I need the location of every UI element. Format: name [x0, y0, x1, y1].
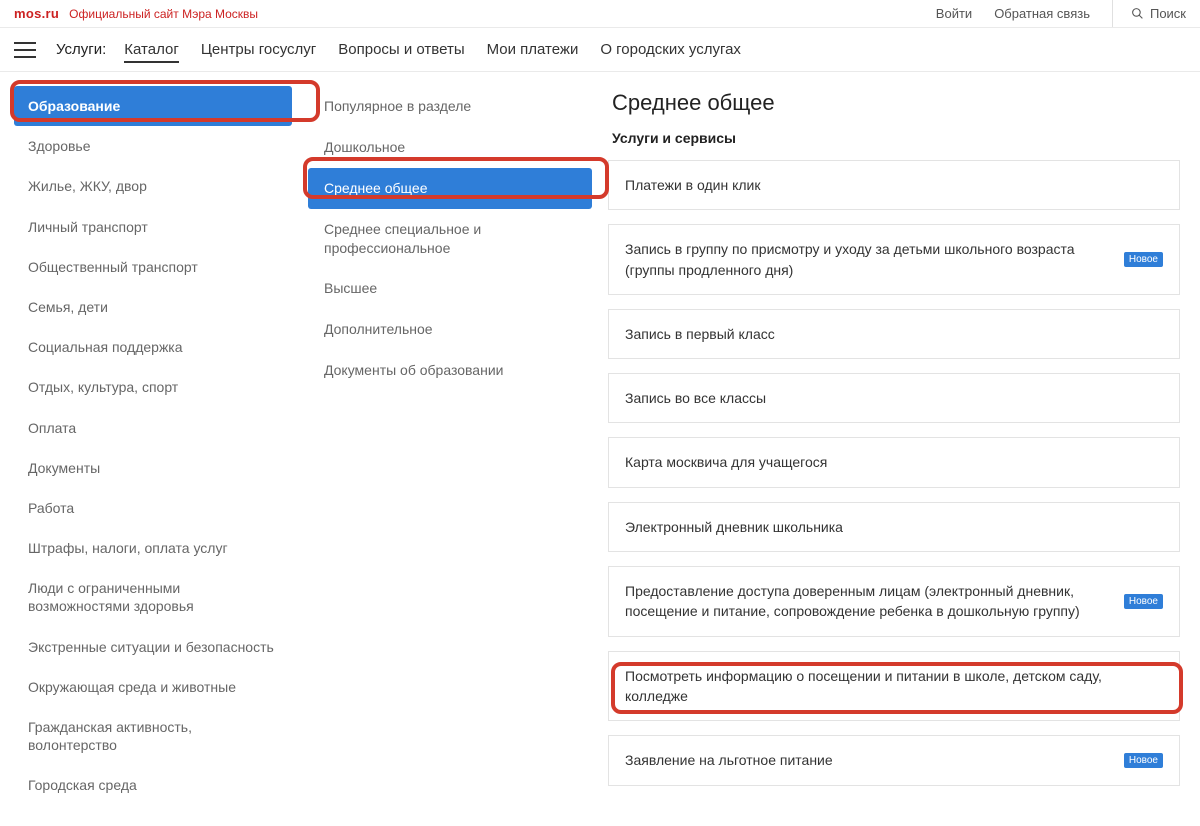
- search-icon: [1131, 7, 1144, 20]
- category-item[interactable]: Оплата: [14, 408, 292, 448]
- service-item[interactable]: Посмотреть информацию о посещении и пита…: [608, 651, 1180, 722]
- subcategory-item[interactable]: Среднее общее: [308, 168, 592, 209]
- category-item[interactable]: Образование: [14, 86, 292, 126]
- service-item[interactable]: Запись в группу по присмотру и уходу за …: [608, 224, 1180, 295]
- category-item[interactable]: Штрафы, налоги, оплата услуг: [14, 528, 292, 568]
- login-link[interactable]: Войти: [936, 6, 972, 21]
- nav-label: Услуги:: [56, 41, 106, 58]
- page-title: Среднее общее: [612, 90, 1180, 116]
- service-item[interactable]: Предоставление доступа доверенным лицам …: [608, 566, 1180, 637]
- service-label: Заявление на льготное питание: [625, 750, 845, 770]
- category-item[interactable]: Окружающая среда и животные: [14, 667, 292, 707]
- nav-row: Услуги: Каталог Центры госуслуг Вопросы и …: [0, 28, 1200, 72]
- subcategory-list: Популярное в разделеДошкольноеСреднее об…: [308, 86, 592, 391]
- menu-icon[interactable]: [14, 42, 36, 58]
- category-item[interactable]: Семья, дети: [14, 287, 292, 327]
- category-item[interactable]: Экстренные ситуации и безопасность: [14, 627, 292, 667]
- feedback-link[interactable]: Обратная связь: [994, 6, 1090, 21]
- subcategory-item[interactable]: Дошкольное: [308, 127, 592, 168]
- search-label: Поиск: [1150, 6, 1186, 21]
- nav-tab[interactable]: Центры госуслуг: [201, 41, 316, 61]
- service-label: Предоставление доступа доверенным лицам …: [625, 581, 1124, 622]
- top-bar: mos.ru Официальный сайт Мэра Москвы Войт…: [0, 0, 1200, 28]
- subcategory-item[interactable]: Документы об образовании: [308, 350, 592, 391]
- category-item[interactable]: Люди с ограниченными возможностями здоро…: [14, 568, 292, 626]
- subcategory-item[interactable]: Высшее: [308, 268, 592, 309]
- category-item[interactable]: Отдых, культура, спорт: [14, 367, 292, 407]
- service-item[interactable]: Платежи в один клик: [608, 160, 1180, 210]
- category-item[interactable]: Городская среда: [14, 765, 292, 805]
- subcategory-item[interactable]: Популярное в разделе: [308, 86, 592, 127]
- service-label: Электронный дневник школьника: [625, 517, 855, 537]
- category-item[interactable]: Работа: [14, 488, 292, 528]
- service-item[interactable]: Запись в первый класс: [608, 309, 1180, 359]
- category-item[interactable]: Личный транспорт: [14, 207, 292, 247]
- site-tagline: Официальный сайт Мэра Москвы: [69, 7, 258, 21]
- search-button[interactable]: Поиск: [1112, 0, 1186, 27]
- nav-tab[interactable]: Каталог: [124, 41, 179, 63]
- nav-tab[interactable]: Вопросы и ответы: [338, 41, 464, 61]
- new-badge: Новое: [1124, 753, 1163, 768]
- service-item[interactable]: Заявление на льготное питание Новое: [608, 735, 1180, 785]
- service-label: Запись в группу по присмотру и уходу за …: [625, 239, 1124, 280]
- subcategory-item[interactable]: Дополнительное: [308, 309, 592, 350]
- service-item[interactable]: Электронный дневник школьника: [608, 502, 1180, 552]
- category-item[interactable]: Документы: [14, 448, 292, 488]
- category-item[interactable]: Жилье, ЖКУ, двор: [14, 166, 292, 206]
- nav-tab[interactable]: О городских услугах: [600, 41, 741, 61]
- service-item[interactable]: Запись во все классы: [608, 373, 1180, 423]
- site-logo[interactable]: mos.ru: [14, 6, 59, 21]
- new-badge: Новое: [1124, 594, 1163, 609]
- services-heading: Услуги и сервисы: [612, 130, 1180, 146]
- category-item[interactable]: Общественный транспорт: [14, 247, 292, 287]
- new-badge: Новое: [1124, 252, 1163, 267]
- category-item[interactable]: Здоровье: [14, 126, 292, 166]
- service-label: Карта москвича для учащегося: [625, 452, 839, 472]
- service-label: Посмотреть информацию о посещении и пита…: [625, 666, 1163, 707]
- nav-tab[interactable]: Мои платежи: [487, 41, 579, 61]
- service-label: Запись во все классы: [625, 388, 778, 408]
- category-item[interactable]: Гражданская активность, волонтерство: [14, 707, 292, 765]
- service-item[interactable]: Карта москвича для учащегося: [608, 437, 1180, 487]
- category-item[interactable]: Социальная поддержка: [14, 327, 292, 367]
- subcategory-item[interactable]: Среднее специальное и профессиональное: [308, 209, 592, 269]
- service-label: Запись в первый класс: [625, 324, 787, 344]
- service-list: Платежи в один клик Запись в группу по пр…: [608, 160, 1180, 786]
- service-label: Платежи в один клик: [625, 175, 772, 195]
- category-list: ОбразованиеЗдоровьеЖилье, ЖКУ, дворЛичны…: [14, 86, 292, 806]
